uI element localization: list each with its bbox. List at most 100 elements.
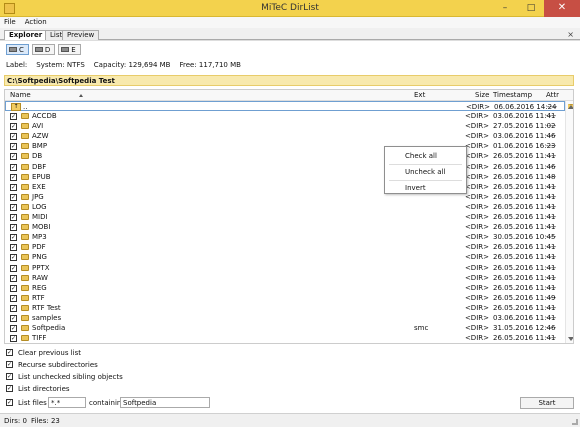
option-clear-list[interactable]: ✓ Clear previous list (6, 348, 196, 358)
item-attr: ---- (546, 313, 557, 322)
folder-icon (21, 274, 29, 281)
checkbox-icon[interactable]: ✓ (10, 284, 17, 292)
context-uncheck-all[interactable]: Uncheck all (385, 165, 466, 179)
status-files: Files: 23 (31, 417, 60, 425)
item-attr: ---- (546, 142, 557, 151)
checkbox-icon[interactable]: ✓ (10, 203, 17, 211)
checkbox-icon[interactable]: ✓ (6, 385, 13, 392)
list-item[interactable]: ✓ PNG <DIR> 26.05.2016 11:41 ---- (5, 252, 565, 262)
checkbox-icon[interactable]: ✓ (10, 304, 17, 312)
checkbox-icon[interactable]: ✓ (10, 133, 17, 141)
column-ext[interactable]: Ext (414, 91, 425, 100)
list-item[interactable]: ✓ ACCDB <DIR> 03.06.2016 11:41 ---- (5, 111, 565, 121)
list-item[interactable]: ✓ AZW <DIR> 03.06.2016 11:46 ---- (5, 131, 565, 141)
close-button[interactable]: ✕ (544, 0, 580, 17)
checkbox-icon[interactable]: ✓ (10, 183, 17, 191)
resize-grip-icon[interactable] (572, 419, 578, 425)
checkbox-icon[interactable]: ✓ (10, 224, 17, 232)
list-item[interactable]: ✓ EPUB <DIR> 26.05.2016 11:48 ---- (5, 172, 565, 182)
tab-preview[interactable]: Preview (62, 30, 100, 40)
option-list-directories[interactable]: ✓ List directories (6, 384, 196, 394)
column-size[interactable]: Size (475, 91, 489, 100)
checkbox-icon[interactable]: ✓ (10, 254, 17, 262)
list-item[interactable]: ✓ PDF <DIR> 26.05.2016 11:41 ---- (5, 242, 565, 252)
item-size: <DIR> (464, 313, 489, 322)
title-bar: MiTeC DirList – □ ✕ (0, 0, 580, 17)
checkbox-icon[interactable]: ✓ (10, 335, 17, 343)
menu-file[interactable]: File (4, 17, 16, 28)
item-size: <DIR> (464, 334, 489, 343)
drive-icon (61, 47, 70, 52)
item-size: <DIR> (464, 233, 489, 242)
checkbox-icon[interactable]: ✓ (6, 373, 13, 380)
checkbox-icon[interactable]: ✓ (10, 173, 17, 181)
list-item[interactable]: ✓ RTF Test <DIR> 26.05.2016 11:41 ---- (5, 303, 565, 313)
menu-action[interactable]: Action (25, 17, 47, 28)
drive-e-button[interactable]: E (58, 44, 81, 55)
list-item[interactable]: ✓ EXE <DIR> 26.05.2016 11:41 ---- (5, 182, 565, 192)
list-item[interactable]: ✓ RAW <DIR> 26.05.2016 11:41 ---- (5, 273, 565, 283)
start-button[interactable]: Start (520, 397, 574, 409)
checkbox-icon[interactable]: ✓ (10, 143, 17, 151)
checkbox-icon[interactable]: ✓ (6, 361, 13, 368)
list-item[interactable]: ✓ MOBI <DIR> 26.05.2016 11:41 ---- (5, 222, 565, 232)
list-item[interactable]: ✓ MP3 <DIR> 30.05.2016 10:45 ---- (5, 232, 565, 242)
option-recurse[interactable]: ✓ Recurse subdirectories (6, 360, 196, 370)
checkbox-icon[interactable]: ✓ (10, 234, 17, 242)
column-name[interactable]: Name (10, 91, 31, 100)
checkbox-icon[interactable]: ✓ (10, 163, 17, 171)
file-list[interactable]: Name Ext Size Timestamp Attr ↑ .. <DIR> … (4, 89, 574, 344)
checkbox-icon[interactable]: ✓ (10, 214, 17, 222)
maximize-button[interactable]: □ (518, 0, 544, 17)
item-attr: ---- (546, 213, 557, 222)
containing-input[interactable]: Softpedia (120, 397, 210, 408)
checkbox-icon[interactable]: ✓ (10, 113, 17, 121)
current-path: C:\Softpedia\Softpedia Test (4, 75, 574, 86)
context-check-all[interactable]: Check all (385, 149, 466, 163)
context-invert[interactable]: Invert (385, 181, 466, 195)
close-tab-icon[interactable]: × (567, 30, 574, 39)
list-item[interactable]: ✓ REG <DIR> 26.05.2016 11:41 ---- (5, 283, 565, 293)
item-size: <DIR> (464, 213, 489, 222)
vertical-scrollbar[interactable] (565, 101, 573, 343)
list-item[interactable]: ✓ JPG <DIR> 26.05.2016 11:41 ---- (5, 192, 565, 202)
file-mask-input[interactable]: *.* (48, 397, 86, 408)
column-timestamp[interactable]: Timestamp (493, 91, 532, 100)
checkbox-icon[interactable]: ✓ (10, 264, 17, 272)
checkbox-icon[interactable]: ✓ (10, 193, 17, 201)
item-name: PDF (32, 243, 46, 252)
list-item[interactable]: ✓ Softpedia smc <DIR> 31.05.2016 12:46 ---- (5, 323, 565, 333)
checkbox-icon[interactable]: ✓ (10, 274, 17, 282)
list-item[interactable]: ✓ BMP <DIR> 01.06.2016 16:23 ---- (5, 141, 565, 151)
item-name: AVI (32, 122, 44, 131)
list-item[interactable]: ✓ samples <DIR> 03.06.2016 11:41 ---- (5, 313, 565, 323)
drive-d-button[interactable]: D (31, 44, 56, 55)
minimize-button[interactable]: – (492, 0, 518, 17)
checkbox-icon[interactable]: ✓ (10, 314, 17, 322)
parent-directory-row[interactable]: ↑ .. <DIR> 06.06.2016 14:24 ---- (5, 101, 565, 112)
checkbox-icon[interactable]: ✓ (10, 325, 17, 333)
list-item[interactable]: ✓ DBF <DIR> 26.05.2016 11:46 ---- (5, 162, 565, 172)
scroll-down-icon[interactable] (568, 337, 573, 341)
scroll-up-icon[interactable] (568, 104, 573, 109)
up-folder-icon[interactable]: ↑ (11, 103, 21, 111)
item-size: <DIR> (464, 243, 489, 252)
checkbox-icon[interactable]: ✓ (10, 123, 17, 131)
list-item[interactable]: ✓ LOG <DIR> 26.05.2016 11:41 ---- (5, 202, 565, 212)
checkbox-icon[interactable]: ✓ (10, 244, 17, 252)
column-attr[interactable]: Attr (546, 91, 559, 100)
checkbox-icon[interactable]: ✓ (6, 399, 13, 406)
drive-c-button[interactable]: C (6, 44, 29, 55)
list-item[interactable]: ✓ TIFF <DIR> 26.05.2016 11:41 ---- (5, 333, 565, 343)
list-item[interactable]: ✓ AVI <DIR> 27.05.2016 11:02 ---- (5, 121, 565, 131)
checkbox-icon[interactable]: ✓ (10, 153, 17, 161)
checkbox-icon[interactable]: ✓ (6, 349, 13, 356)
list-item[interactable]: ✓ MIDI <DIR> 26.05.2016 11:41 ---- (5, 212, 565, 222)
checkbox-icon[interactable]: ✓ (10, 294, 17, 302)
item-attr: ---- (546, 192, 557, 201)
file-rows: ↑ .. <DIR> 06.06.2016 14:24 ---- ✓ ACCDB <… (5, 101, 565, 343)
list-item[interactable]: ✓ DB <DIR> 26.05.2016 11:41 ---- (5, 151, 565, 161)
list-item[interactable]: ✓ PPTX <DIR> 26.05.2016 11:41 ---- (5, 263, 565, 273)
list-item[interactable]: ✓ RTF <DIR> 26.05.2016 11:49 ---- (5, 293, 565, 303)
option-list-unchecked[interactable]: ✓ List unchecked sibling objects (6, 372, 196, 382)
